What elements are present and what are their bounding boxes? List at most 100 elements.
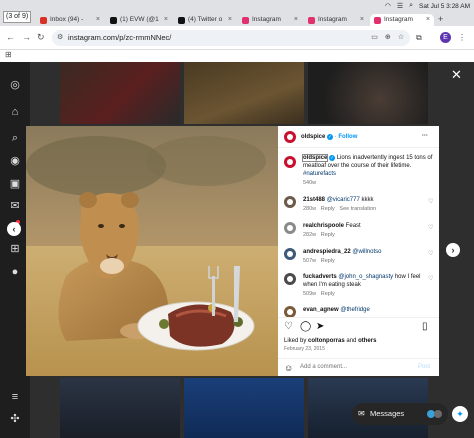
- bookmark-star-icon[interactable]: ☆: [398, 30, 404, 46]
- share-icon[interactable]: ➤: [316, 321, 324, 333]
- verified-icon: ✓: [327, 133, 334, 140]
- comment-mention[interactable]: @vicaric777: [327, 197, 360, 203]
- post-comment-button[interactable]: Post: [418, 364, 430, 371]
- comment-user[interactable]: evan_agnew: [303, 307, 339, 313]
- tab-inbox[interactable]: Inbox (94) - ×: [36, 14, 104, 26]
- avatars-stack-icon: [427, 410, 442, 418]
- url-text: instagram.com/p/zc-rmmNNec/: [68, 33, 172, 42]
- liked-by-user[interactable]: coltonporras: [308, 338, 345, 344]
- forward-icon[interactable]: →: [22, 32, 31, 43]
- search-icon[interactable]: ⌕: [8, 131, 22, 145]
- comment-mention[interactable]: @john_o_shagnasty: [338, 274, 393, 280]
- cast-icon[interactable]: ▭: [371, 30, 378, 46]
- tab-evw[interactable]: (1) EVW (@1 ×: [106, 14, 172, 26]
- username[interactable]: oldspice: [301, 134, 325, 140]
- reels-icon[interactable]: ▣: [8, 177, 22, 191]
- menu-bar-clock[interactable]: Sat Jul 5 3:28 AM: [419, 3, 470, 10]
- grid-thumbnail[interactable]: [60, 378, 180, 438]
- comment-mention[interactable]: @thefridge: [340, 307, 369, 313]
- comment-mention[interactable]: @willnotso: [352, 249, 381, 255]
- oldspice-avatar[interactable]: [284, 156, 296, 168]
- tab-twitter[interactable]: (4) Twitter o ×: [174, 14, 236, 26]
- create-icon[interactable]: ⊞: [8, 242, 22, 256]
- back-icon[interactable]: ←: [6, 32, 15, 43]
- site-info-icon[interactable]: ⚙: [57, 30, 63, 46]
- tab-instagram-1[interactable]: Instagram ×: [238, 14, 302, 26]
- instagram-logo-icon[interactable]: ◎: [8, 78, 22, 92]
- lioness-meatloaf-image: [26, 126, 278, 376]
- meta-apps-icon[interactable]: ✣: [8, 412, 22, 426]
- reply-link[interactable]: Reply: [321, 258, 335, 264]
- menu-kebab-icon[interactable]: ⋮: [458, 32, 466, 43]
- tab-instagram-active[interactable]: Instagram ×: [370, 14, 434, 26]
- reply-link[interactable]: Reply: [321, 232, 335, 238]
- extensions-icon[interactable]: ⧉: [416, 32, 422, 43]
- reload-icon[interactable]: ↻: [37, 32, 45, 43]
- messages-button[interactable]: ✉ Messages: [352, 403, 448, 425]
- tab-label: Instagram: [384, 16, 413, 23]
- address-bar[interactable]: ⚙ instagram.com/p/zc-rmmNNec/ ▭ ⊕ ☆: [52, 30, 410, 46]
- close-icon[interactable]: ×: [360, 14, 368, 26]
- tab-instagram-2[interactable]: Instagram ×: [304, 14, 368, 26]
- apps-grid-icon[interactable]: ⊞: [5, 50, 12, 59]
- tab-label: (4) Twitter o: [188, 16, 223, 23]
- home-icon[interactable]: ⌂: [8, 105, 22, 119]
- wifi-icon[interactable]: ◠: [385, 2, 391, 10]
- like-icon[interactable]: ♡: [284, 321, 293, 333]
- close-icon[interactable]: ×: [426, 14, 434, 26]
- comment-meta: 280w Reply See translation: [303, 206, 376, 213]
- commenter-avatar[interactable]: [284, 222, 296, 234]
- zoom-icon[interactable]: ⊕: [385, 30, 391, 46]
- comment-input[interactable]: Add a comment...: [300, 364, 347, 371]
- post-photo[interactable]: [26, 126, 278, 376]
- comment-user[interactable]: realchrispoole: [303, 223, 344, 229]
- explore-icon[interactable]: ◉: [8, 154, 22, 168]
- like-comment-icon[interactable]: ♡: [428, 198, 433, 205]
- like-comment-icon[interactable]: ♡: [428, 250, 433, 257]
- oldspice-avatar[interactable]: [284, 131, 296, 143]
- previous-post-button[interactable]: ‹: [7, 222, 21, 236]
- close-icon[interactable]: ×: [96, 14, 104, 26]
- grid-thumbnail[interactable]: [184, 378, 304, 438]
- control-center-icon[interactable]: ☰: [397, 2, 403, 10]
- grid-thumbnail[interactable]: [60, 62, 180, 124]
- profile-avatar[interactable]: E: [440, 32, 451, 43]
- comment-user[interactable]: fuckadverts: [303, 274, 337, 280]
- help-floating-button[interactable]: ✦: [452, 406, 468, 422]
- x-icon: [110, 16, 117, 24]
- new-tab-button[interactable]: +: [438, 14, 443, 25]
- like-comment-icon[interactable]: ♡: [428, 224, 433, 231]
- menu-icon[interactable]: ≡: [8, 390, 22, 404]
- reply-link[interactable]: Reply: [321, 291, 335, 297]
- next-post-button[interactable]: ›: [446, 243, 460, 257]
- comment-icon[interactable]: ◯: [300, 321, 311, 333]
- hashtag-link[interactable]: #naturefacts: [303, 171, 336, 177]
- profile-icon[interactable]: ●: [8, 265, 22, 279]
- messenger-icon[interactable]: ✉: [8, 199, 22, 213]
- see-translation-link[interactable]: See translation: [339, 206, 376, 212]
- follow-button[interactable]: Follow: [338, 134, 357, 140]
- close-icon[interactable]: ×: [164, 14, 172, 26]
- comment-user[interactable]: 21st488: [303, 197, 325, 203]
- save-icon[interactable]: ▯: [422, 321, 428, 333]
- search-icon[interactable]: ⌕: [409, 2, 413, 10]
- comment-user[interactable]: andrespiedra_22: [303, 249, 351, 255]
- commenter-avatar[interactable]: [284, 248, 296, 260]
- reply-link[interactable]: Reply: [321, 206, 335, 212]
- comment-meta: 282w Reply: [303, 232, 335, 239]
- more-options-icon[interactable]: ···: [422, 132, 428, 140]
- comment-text: kkkk: [361, 197, 374, 203]
- grid-thumbnail[interactable]: [184, 62, 304, 124]
- caption-username[interactable]: oldspice: [301, 154, 329, 162]
- close-icon[interactable]: ×: [228, 14, 236, 26]
- comment: 21st488 @vicaric777 kkkk: [303, 196, 425, 204]
- liked-by-others[interactable]: others: [358, 338, 376, 344]
- commenter-avatar[interactable]: [284, 273, 296, 285]
- emoji-icon[interactable]: ☺: [284, 362, 293, 374]
- close-icon[interactable]: ×: [294, 14, 302, 26]
- grid-thumbnail[interactable]: [308, 62, 428, 124]
- post-header-user[interactable]: oldspice ✓ · Follow: [301, 133, 357, 141]
- close-modal-icon[interactable]: ✕: [451, 68, 462, 82]
- like-comment-icon[interactable]: ♡: [428, 275, 433, 282]
- commenter-avatar[interactable]: [284, 196, 296, 208]
